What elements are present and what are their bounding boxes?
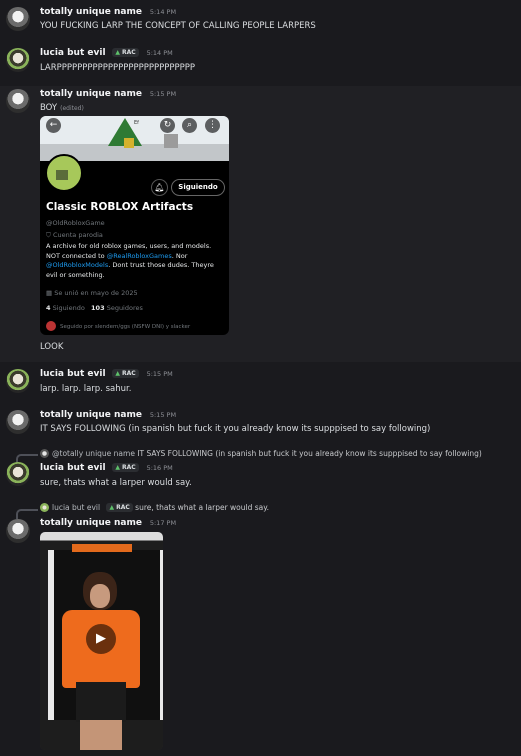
- server-tag[interactable]: ▲ RAC: [112, 48, 139, 57]
- more-options-icon[interactable]: ⋮: [205, 118, 220, 133]
- follow-counts: 4 Siguiendo 103 Seguidores: [46, 304, 143, 312]
- notification-bell-icon: 🔔︎: [151, 179, 168, 196]
- timestamp: 5:15 PM: [149, 411, 177, 419]
- profile-handle: @OldRobloxGame: [46, 219, 105, 227]
- avatar[interactable]: [6, 7, 30, 31]
- reply-avatar: [40, 449, 49, 458]
- reply-avatar: [40, 503, 49, 512]
- followed-by: Seguido por slendem/ggs (NSFW DNI) y sla…: [46, 321, 190, 331]
- timestamp: 5:14 PM: [149, 8, 177, 16]
- followers-label: Seguidores: [106, 304, 143, 312]
- play-icon[interactable]: ▶: [86, 624, 116, 654]
- profile-bio: A archive for old roblox games, users, a…: [46, 242, 226, 280]
- reply-preview[interactable]: @totally unique name IT SAYS FOLLOWING (…: [40, 449, 482, 458]
- refresh-icon[interactable]: ↻: [160, 118, 175, 133]
- reply-text: sure, thats what a larper would say.: [135, 503, 270, 512]
- server-tag-label: RAC: [122, 464, 136, 471]
- avatar[interactable]: [6, 369, 30, 393]
- server-tag[interactable]: ▲ RAC: [112, 369, 139, 378]
- video-orange-bar: [72, 544, 132, 552]
- reply-text: IT SAYS FOLLOWING (in spanish but fuck i…: [137, 449, 482, 458]
- username[interactable]: lucia but evil: [40, 48, 106, 58]
- parody-text: Cuenta parodia: [52, 231, 103, 239]
- profile-avatar: [45, 154, 83, 192]
- username[interactable]: totally unique name: [40, 89, 142, 99]
- bio-link: @OldRobloxModels: [46, 261, 109, 269]
- back-arrow-icon[interactable]: ←: [46, 118, 61, 133]
- following-count: 4: [46, 304, 51, 312]
- avatar[interactable]: [6, 519, 30, 543]
- video-shorts: [76, 682, 126, 722]
- message-group: totally unique name 5:15 PM IT SAYS FOLL…: [0, 406, 521, 444]
- message-text: BOY: [40, 103, 58, 113]
- server-tag-label: RAC: [122, 49, 136, 56]
- username[interactable]: lucia but evil: [40, 369, 106, 379]
- timestamp: 5:16 PM: [146, 464, 173, 472]
- video-legs: [80, 720, 122, 750]
- banner-text: Ef: [134, 120, 139, 126]
- username[interactable]: totally unique name: [40, 518, 142, 528]
- calendar-icon: ▦: [46, 289, 55, 297]
- timestamp: 5:14 PM: [146, 49, 173, 57]
- joined-text: Se unió en mayo de 2025: [54, 289, 138, 297]
- server-tag: ▲ RAC: [106, 503, 133, 512]
- message-text: LARPPPPPPPPPPPPPPPPPPPPPPPPPPP: [40, 63, 196, 73]
- green-triangle-icon: ▲: [115, 49, 121, 56]
- username[interactable]: lucia but evil: [40, 463, 106, 473]
- reply-preview[interactable]: lucia but evil ▲ RAC sure, thats what a l…: [40, 503, 269, 512]
- image-attachment[interactable]: ← ↻ ⌕ ⋮ Ef 🔔︎ Siguiendo Classic ROBLOX A…: [40, 116, 229, 335]
- bio-text: . Nor: [171, 251, 188, 260]
- server-tag[interactable]: ▲ RAC: [112, 463, 139, 472]
- gray-block: [164, 134, 178, 148]
- message-text: YOU FUCKING LARP THE CONCEPT OF CALLING …: [40, 21, 316, 31]
- follower-avatar: [46, 321, 56, 331]
- server-tag-label: RAC: [122, 370, 136, 377]
- reply-username: @totally unique name: [52, 449, 135, 458]
- message-group: lucia but evil ▲ RAC 5:15 PM larp. larp. …: [0, 364, 521, 406]
- avatar[interactable]: [6, 48, 30, 72]
- following-label: Siguiendo: [52, 304, 85, 312]
- video-attachment[interactable]: ▶: [40, 532, 163, 750]
- search-icon[interactable]: ⌕: [182, 118, 197, 133]
- bio-link: @RealRobloxGames: [106, 251, 172, 260]
- timestamp: 5:17 PM: [149, 519, 177, 527]
- followers-count: 103: [91, 304, 105, 312]
- username[interactable]: totally unique name: [40, 7, 142, 17]
- avatar[interactable]: [6, 410, 30, 434]
- reply-username: lucia but evil: [52, 503, 101, 512]
- timestamp: 5:15 PM: [146, 370, 173, 378]
- parody-icon: ⛉: [46, 231, 53, 239]
- video-face: [90, 584, 110, 608]
- message-group: totally unique name 5:14 PM YOU FUCKING …: [0, 0, 521, 40]
- reply-spine: [16, 509, 38, 519]
- green-triangle-icon: ▲: [109, 504, 115, 511]
- message-text-row: BOY (edited): [40, 103, 84, 113]
- timestamp: 5:15 PM: [149, 90, 177, 98]
- avatar[interactable]: [6, 89, 30, 113]
- username[interactable]: totally unique name: [40, 410, 142, 420]
- following-button: Siguiendo: [171, 179, 225, 196]
- joined-date: ▦ Se unió en mayo de 2025: [46, 289, 138, 297]
- message-text: IT SAYS FOLLOWING (in spanish but fuck i…: [40, 424, 431, 434]
- message-text: sure, thats what a larper would say.: [40, 478, 192, 488]
- message-group: lucia but evil ▲ RAC 5:14 PM LARPPPPPPPPP…: [0, 42, 521, 86]
- parody-label: ⛉ Cuenta parodia: [46, 231, 103, 240]
- avatar[interactable]: [6, 462, 30, 486]
- pfp-figure: [56, 170, 68, 180]
- message-text: larp. larp. larp. sahur.: [40, 384, 132, 394]
- profile-name: Classic ROBLOX Artifacts: [46, 201, 194, 213]
- message-group: @totally unique name IT SAYS FOLLOWING (…: [0, 446, 521, 498]
- yellow-block: [124, 138, 134, 148]
- edited-label: (edited): [60, 105, 84, 112]
- followed-by-text: Seguido por slendem/ggs (NSFW DNI) y sla…: [60, 324, 191, 330]
- green-triangle-icon: ▲: [115, 464, 121, 471]
- green-triangle-icon: ▲: [115, 370, 121, 377]
- server-tag-label: RAC: [116, 504, 130, 511]
- message-text: LOOK: [40, 342, 64, 352]
